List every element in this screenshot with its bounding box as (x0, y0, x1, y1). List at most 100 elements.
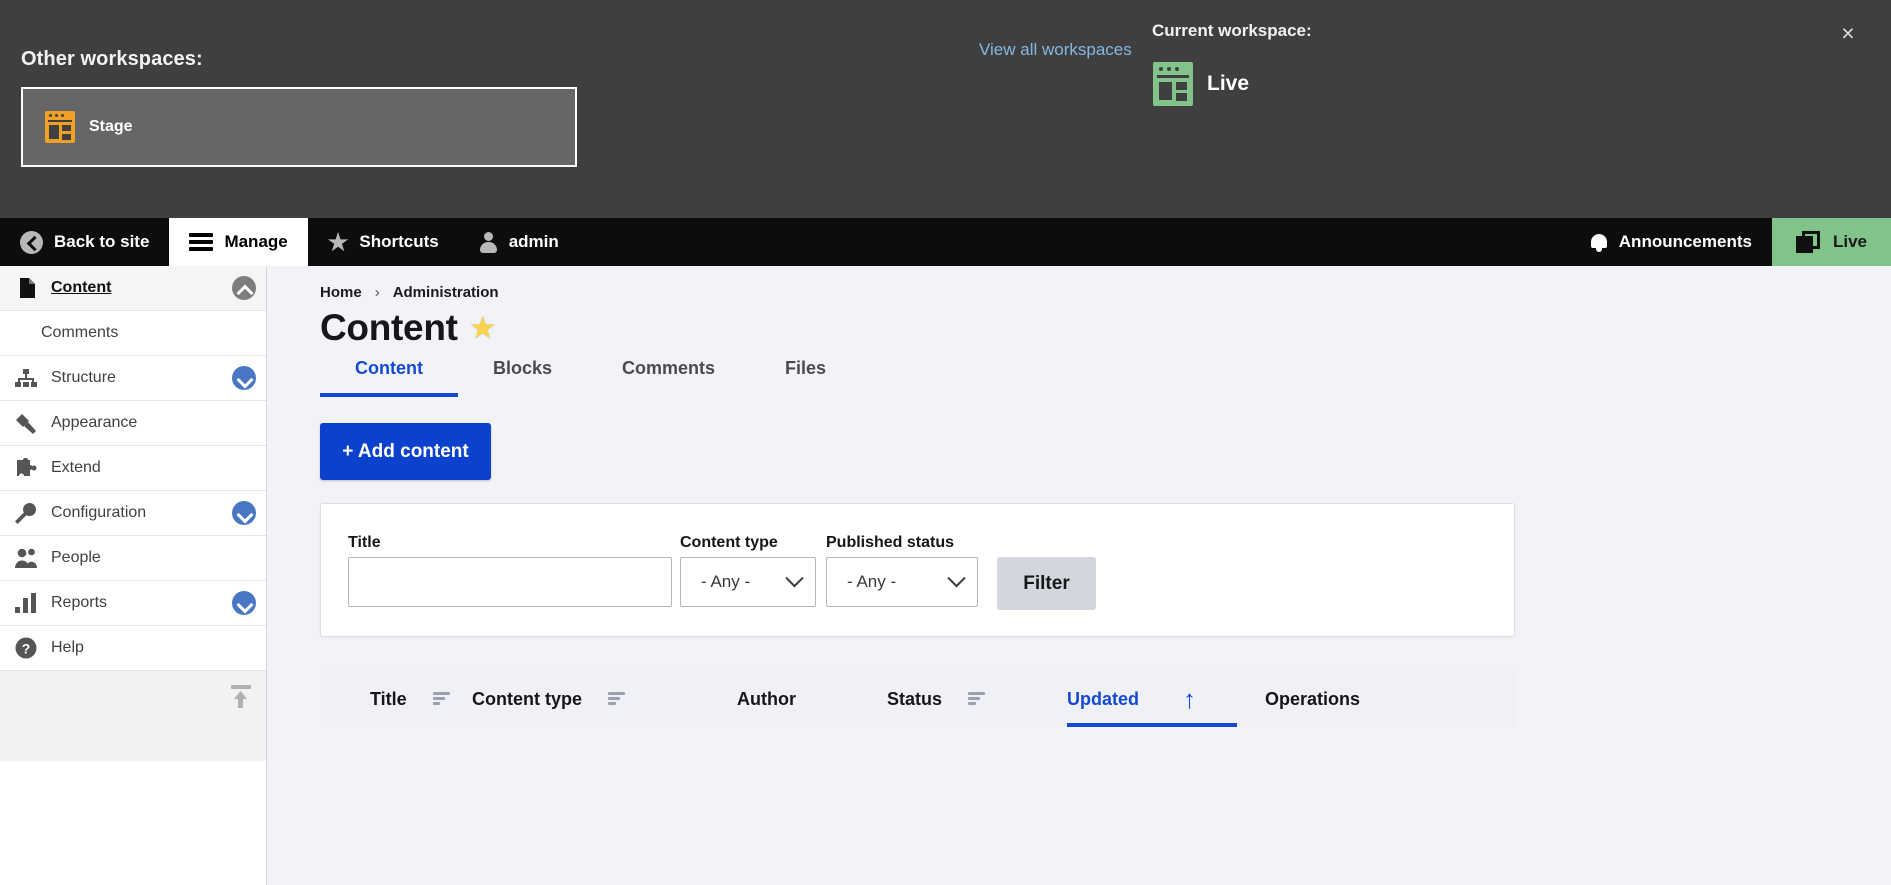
chevron-up-icon[interactable] (232, 276, 256, 300)
star-icon[interactable]: ★ (471, 314, 495, 342)
toolbar-item-admin-user[interactable]: admin (459, 218, 579, 266)
bar-chart-icon (14, 593, 38, 613)
page-icon (14, 278, 38, 298)
live-workspace-label: Live (1832, 232, 1867, 251)
breadcrumb-separator: › (374, 284, 380, 301)
sidebar-item-label: Appearance (51, 414, 138, 431)
primary-tabs: Content Blocks Comments Files (320, 342, 861, 397)
workspace-window-icon (45, 111, 75, 143)
toolbar-item-label: Back to site (54, 232, 150, 251)
workspace-option-label: Stage (89, 118, 133, 135)
column-label[interactable]: Content type (472, 689, 582, 710)
tab-files[interactable]: Files (750, 342, 861, 397)
star-icon: ★ (327, 228, 349, 255)
current-workspace-live[interactable]: Live (1153, 62, 1249, 106)
paintbrush-icon (14, 413, 38, 434)
tab-blocks[interactable]: Blocks (458, 342, 587, 397)
breadcrumb-item-administration[interactable]: Administration (393, 284, 499, 301)
column-label: Operations (1265, 688, 1361, 709)
sort-ascending-icon[interactable]: ↑ (1183, 686, 1196, 712)
title-filter-label: Title (348, 534, 381, 551)
hamburger-icon (189, 233, 214, 251)
current-workspace-name: Live (1207, 72, 1250, 95)
toolbar-item-shortcuts[interactable]: ★ Shortcuts (308, 218, 459, 266)
question-circle-icon: ? (14, 637, 38, 659)
sidebar-item-reports[interactable]: Reports (0, 581, 266, 626)
structure-icon (14, 368, 38, 388)
current-workspace-label: Current workspace: (1152, 21, 1312, 40)
toolbar-item-back-to-site[interactable]: Back to site (0, 218, 169, 266)
table-header-row: Title Content type Author Status Updated… (320, 671, 1515, 727)
workspace-window-icon (1153, 62, 1193, 106)
column-label[interactable]: Updated (1067, 689, 1139, 710)
table-column-operations: Operations (1265, 671, 1465, 727)
table-column-title: Title (320, 671, 472, 727)
content-type-filter-label: Content type (680, 534, 778, 551)
sort-icon[interactable] (968, 692, 986, 706)
published-status-filter-select[interactable]: - Any - (826, 557, 978, 607)
column-label[interactable]: Title (370, 689, 407, 710)
bell-icon (1590, 232, 1608, 253)
sidebar-item-label: Extend (51, 459, 101, 476)
workspace-option-stage[interactable]: Stage (21, 87, 577, 167)
main-content: Home › Administration Content ★ Content … (267, 266, 1891, 885)
add-content-button[interactable]: + Add content (320, 423, 491, 480)
sidebar-item-label: Help (51, 639, 84, 656)
content-type-filter-value: - Any - (701, 572, 751, 591)
sort-icon[interactable] (608, 692, 625, 706)
toolbar-item-label: admin (508, 232, 559, 251)
sidebar-footer (0, 671, 266, 761)
sidebar-item-comments[interactable]: Comments (0, 311, 266, 356)
sidebar-item-label: Comments (41, 324, 119, 341)
sidebar-item-help[interactable]: ? Help (0, 626, 266, 671)
toolbar-item-live-workspace[interactable]: Live (1771, 218, 1891, 266)
puzzle-icon (14, 458, 38, 478)
chevron-down-icon[interactable] (232, 366, 256, 390)
toolbar-item-announcements[interactable]: Announcements (1570, 218, 1772, 266)
sidebar-item-label: Reports (51, 594, 108, 611)
announcements-label: Announcements (1618, 232, 1752, 251)
published-status-filter-value: - Any - (847, 572, 897, 591)
other-workspaces-label: Other workspaces: (21, 48, 203, 70)
sidebar-item-people[interactable]: People (0, 536, 266, 581)
chevron-down-icon[interactable] (232, 591, 256, 615)
chevron-down-icon (785, 568, 804, 587)
table-column-status: Status (887, 671, 1067, 727)
admin-toolbar: Back to site Manage ★ Shortcuts admin An… (0, 218, 1891, 266)
sidebar-item-label: Structure (51, 369, 116, 386)
column-label: Author (737, 688, 796, 709)
table-column-updated: Updated ↑ (1067, 671, 1265, 727)
admin-sidebar: Content Comments Structure Appearance Ex… (0, 266, 267, 885)
content-filter-panel: Title Content type - Any - Published sta… (320, 503, 1515, 637)
sidebar-item-configuration[interactable]: Configuration (0, 491, 266, 536)
content-table: Title Content type Author Status Updated… (320, 671, 1515, 727)
toolbar-item-label: Manage (224, 232, 288, 251)
sort-icon[interactable] (432, 692, 450, 706)
tab-comments[interactable]: Comments (587, 342, 750, 397)
sidebar-item-structure[interactable]: Structure (0, 356, 266, 401)
svg-text:?: ? (22, 641, 31, 657)
toolbar-item-manage[interactable]: Manage (169, 218, 308, 266)
chevron-down-icon (947, 568, 966, 587)
sidebar-item-appearance[interactable]: Appearance (0, 401, 266, 446)
filter-submit-button[interactable]: Filter (997, 557, 1096, 610)
sidebar-item-content[interactable]: Content (0, 266, 266, 311)
collapse-up-icon[interactable] (231, 685, 251, 709)
view-all-workspaces-link[interactable]: View all workspaces (979, 40, 1132, 60)
title-filter-input[interactable] (348, 557, 672, 607)
breadcrumb-item-home[interactable]: Home (320, 284, 362, 301)
breadcrumb: Home › Administration (320, 284, 499, 301)
column-label[interactable]: Status (887, 689, 942, 710)
content-type-filter-select[interactable]: - Any - (680, 557, 816, 607)
back-arrow-circle-icon (20, 230, 43, 254)
tab-content[interactable]: Content (320, 342, 458, 397)
table-column-content-type: Content type (472, 671, 737, 727)
close-icon[interactable]: × (1833, 18, 1863, 48)
sidebar-item-extend[interactable]: Extend (0, 446, 266, 491)
workspace-switcher-panel: × Other workspaces: Stage View all works… (0, 0, 1891, 218)
sidebar-item-label: Configuration (51, 504, 147, 521)
chevron-down-icon[interactable] (232, 501, 256, 525)
window-stack-icon (1795, 231, 1820, 253)
published-status-filter-label: Published status (826, 534, 955, 551)
